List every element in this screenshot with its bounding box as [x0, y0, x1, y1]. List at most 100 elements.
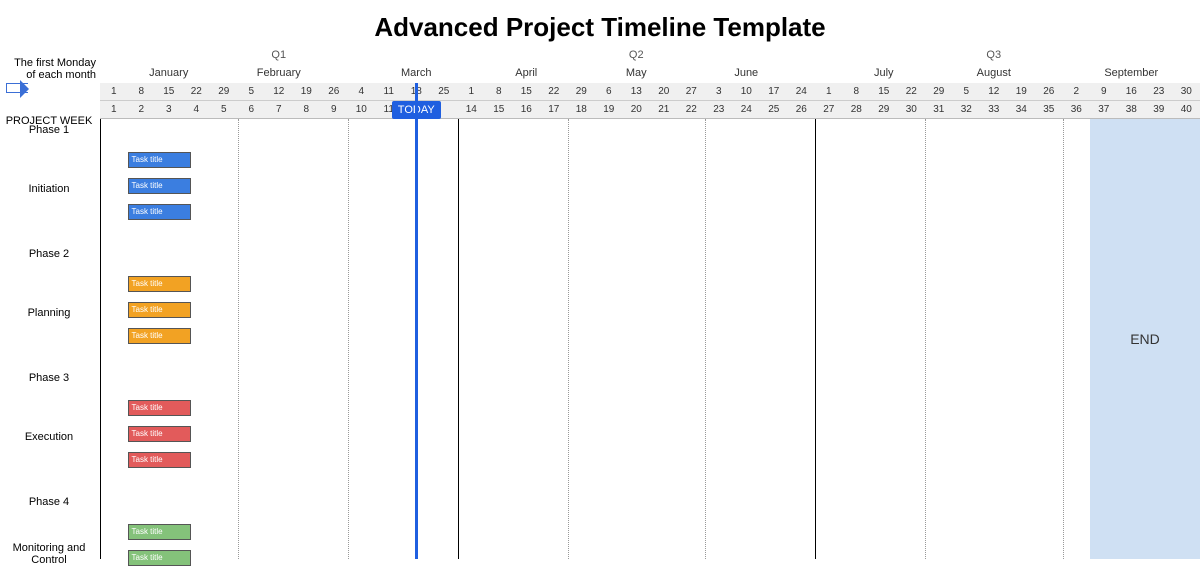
project-week-cell: 35: [1035, 101, 1063, 118]
date-cell: 2: [1063, 83, 1091, 100]
grid-line: [100, 119, 101, 559]
date-cell: 16: [1118, 83, 1146, 100]
date-cell: 10: [733, 83, 761, 100]
project-week-cell: 28: [843, 101, 871, 118]
phase-group-label: Execution: [0, 431, 98, 443]
task-bar[interactable]: Task title: [128, 400, 191, 416]
first-monday-label-2: of each month: [0, 69, 100, 81]
project-week-cell: 21: [650, 101, 678, 118]
project-week-cell: 37: [1090, 101, 1118, 118]
project-week-cell: 30: [898, 101, 926, 118]
task-bar[interactable]: Task title: [128, 452, 191, 468]
date-cell: 30: [1173, 83, 1200, 100]
task-bar[interactable]: Task title: [128, 204, 191, 220]
chart-area: Q1Q2Q3 JanuaryFebruaryMarchAprilMayJuneJ…: [100, 49, 1200, 559]
project-week-cell: 10: [348, 101, 376, 118]
month-label: March: [401, 67, 432, 79]
project-week-cell: 2: [128, 101, 156, 118]
project-week-cell: 22: [678, 101, 706, 118]
project-week-cell: 32: [953, 101, 981, 118]
project-week-cell: 23: [705, 101, 733, 118]
date-cell: 23: [1145, 83, 1173, 100]
date-cell: 8: [843, 83, 871, 100]
project-week-cell: 1: [100, 101, 128, 118]
project-week-cell: 31: [925, 101, 953, 118]
project-week-cell: 5: [210, 101, 238, 118]
timeline: The first Monday of each month PROJECT W…: [0, 49, 1200, 559]
date-cell: 26: [1035, 83, 1063, 100]
date-cell: 9: [1090, 83, 1118, 100]
task-bar[interactable]: Task title: [128, 302, 191, 318]
month-label: January: [149, 67, 188, 79]
gantt-body: ENDTask titleTask titleTask titleTask ti…: [100, 119, 1200, 559]
month-label: May: [626, 67, 647, 79]
project-week-cell: 24: [733, 101, 761, 118]
date-cell: 19: [1008, 83, 1036, 100]
date-cell: 15: [155, 83, 183, 100]
left-header: The first Monday of each month: [0, 57, 100, 96]
grid-line-dotted: [705, 119, 706, 559]
project-week-cell: 6: [238, 101, 266, 118]
page-title: Advanced Project Timeline Template: [0, 0, 1200, 49]
project-week-cell: 39: [1145, 101, 1173, 118]
task-bar[interactable]: Task title: [128, 524, 191, 540]
date-cell: 15: [513, 83, 541, 100]
date-cell: 5: [953, 83, 981, 100]
project-week-cell: 17: [540, 101, 568, 118]
project-week-cell: 19: [595, 101, 623, 118]
project-week-cell: 25: [760, 101, 788, 118]
quarter-label: Q2: [629, 49, 644, 61]
task-bar[interactable]: Task title: [128, 152, 191, 168]
project-week-cell: 4: [183, 101, 211, 118]
grid-line: [815, 119, 816, 559]
project-week-cell: 14: [458, 101, 486, 118]
date-cell: 29: [568, 83, 596, 100]
project-week-cell: 26: [788, 101, 816, 118]
date-cell: 4: [348, 83, 376, 100]
quarter-label: Q1: [271, 49, 286, 61]
project-week-cell: 9: [320, 101, 348, 118]
date-cell: 8: [485, 83, 513, 100]
month-label: April: [515, 67, 537, 79]
date-cell: 15: [870, 83, 898, 100]
month-row: JanuaryFebruaryMarchAprilMayJuneJulyAugu…: [100, 67, 1200, 83]
task-bar[interactable]: Task title: [128, 178, 191, 194]
project-week-cell: 7: [265, 101, 293, 118]
task-bar[interactable]: Task title: [128, 426, 191, 442]
grid-line-dotted: [925, 119, 926, 559]
project-week-cell: 36: [1063, 101, 1091, 118]
phase-header-label: Phase 1: [0, 124, 98, 136]
date-cell: 5: [238, 83, 266, 100]
first-monday-label-1: The first Monday: [0, 57, 100, 69]
grid-line-dotted: [348, 119, 349, 559]
date-cell: 22: [540, 83, 568, 100]
date-cell: 1: [458, 83, 486, 100]
date-cell: 12: [265, 83, 293, 100]
date-cell: 1: [815, 83, 843, 100]
phase-header-label: Phase 4: [0, 496, 98, 508]
project-week-cell: 8: [293, 101, 321, 118]
month-label: September: [1104, 67, 1158, 79]
month-label: August: [977, 67, 1011, 79]
phase-group-label: Monitoring and Control: [0, 542, 98, 566]
task-bar[interactable]: Task title: [128, 276, 191, 292]
date-cell: 6: [595, 83, 623, 100]
project-week-cell: 27: [815, 101, 843, 118]
task-bar[interactable]: Task title: [128, 328, 191, 344]
grid-line-dotted: [568, 119, 569, 559]
project-week-cell: 40: [1173, 101, 1200, 118]
task-bar[interactable]: Task title: [128, 550, 191, 566]
grid-line-dotted: [238, 119, 239, 559]
project-week-row: 1234567891011141516171819202122232425262…: [100, 101, 1200, 119]
month-label: February: [257, 67, 301, 79]
today-line: [415, 83, 418, 559]
date-cell: 24: [788, 83, 816, 100]
project-week-cell: 34: [1008, 101, 1036, 118]
project-week-cell: 20: [623, 101, 651, 118]
project-week-cell: 18: [568, 101, 596, 118]
date-cell: 17: [760, 83, 788, 100]
date-cell: 12: [980, 83, 1008, 100]
month-label: July: [874, 67, 894, 79]
date-cell: 3: [705, 83, 733, 100]
project-week-cell: 15: [485, 101, 513, 118]
